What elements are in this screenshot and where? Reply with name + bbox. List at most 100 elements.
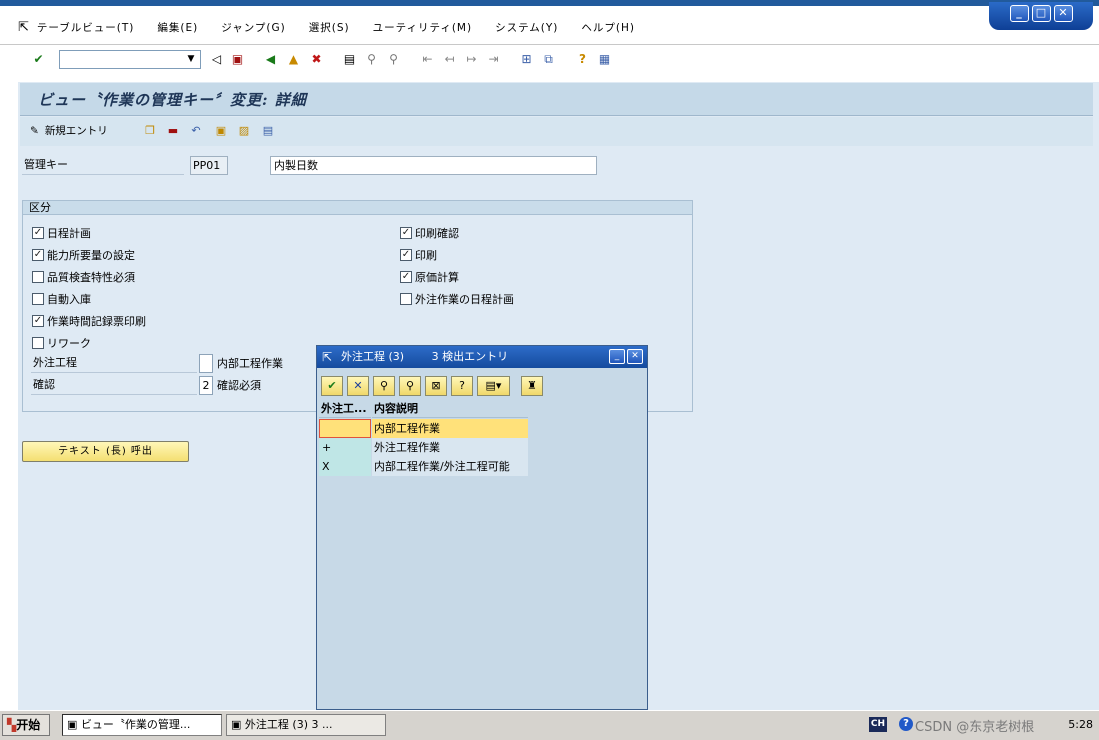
start-button[interactable]: ▚开始 bbox=[2, 714, 50, 736]
new-entries-button[interactable]: ✎ 新規エントリ bbox=[30, 123, 108, 138]
info-icon[interactable]: ? bbox=[451, 376, 473, 396]
checkbox-box[interactable] bbox=[32, 293, 44, 305]
popup-close-button[interactable]: ✕ bbox=[627, 349, 643, 364]
command-field[interactable]: ▼ bbox=[59, 50, 201, 69]
checkbox-box[interactable]: ✓ bbox=[32, 315, 44, 327]
command-input[interactable] bbox=[60, 51, 180, 68]
checkbox-box[interactable]: ✓ bbox=[32, 227, 44, 239]
checkbox-box[interactable] bbox=[32, 337, 44, 349]
row-description[interactable]: 内部工程作業/外注工程可能 bbox=[372, 457, 528, 476]
find-next-icon[interactable]: ⚲ bbox=[399, 376, 421, 396]
help-icon[interactable]: ? bbox=[574, 51, 591, 68]
menu-edit[interactable]: 編集(E) bbox=[157, 20, 198, 35]
popup-title-bar: ⇱ 外注工程 (3) 3 検出エントリ _ ✕ bbox=[317, 346, 647, 368]
popup-minimize-button[interactable]: _ bbox=[609, 349, 625, 364]
enter-icon[interactable]: ✔ bbox=[30, 51, 47, 68]
row-code[interactable]: X bbox=[319, 457, 371, 476]
checkbox-rework[interactable]: リワーク bbox=[32, 335, 91, 351]
menu-goto[interactable]: ジャンプ(G) bbox=[221, 20, 286, 35]
checkbox-box[interactable]: ✓ bbox=[400, 271, 412, 283]
menu-bar: ⇱ テーブルビュー(T) 編集(E) ジャンプ(G) 選択(S) ユーティリティ… bbox=[0, 12, 1099, 42]
external-processing-input[interactable] bbox=[199, 354, 213, 373]
window-icon: ⇱ bbox=[322, 350, 333, 364]
print-icon[interactable]: ▤▾ bbox=[477, 376, 510, 396]
checkbox-box[interactable] bbox=[32, 271, 44, 283]
row-description[interactable]: 外注工程作業 bbox=[372, 438, 528, 457]
chevron-down-icon[interactable]: ▼ bbox=[184, 52, 198, 67]
popup-subtitle: 3 検出エントリ bbox=[431, 350, 509, 363]
find-icon[interactable]: ⚲ bbox=[363, 51, 380, 68]
find-icon[interactable]: ⚲ bbox=[373, 376, 395, 396]
checkbox-label: 自動入庫 bbox=[47, 293, 91, 306]
personal-list-icon[interactable]: ♜ bbox=[521, 376, 543, 396]
menu-system[interactable]: システム(Y) bbox=[495, 20, 558, 35]
window-title-strip bbox=[0, 0, 1099, 6]
menu-help[interactable]: ヘルプ(H) bbox=[581, 20, 635, 35]
checkbox-capacity-requirements[interactable]: ✓ 能力所要量の設定 bbox=[32, 247, 135, 263]
table-row[interactable]: + 外注工程作業 bbox=[319, 438, 529, 457]
checkbox-external-scheduling[interactable]: 外注作業の日程計画 bbox=[400, 291, 514, 307]
back-arrow-icon[interactable]: ◁ bbox=[208, 51, 225, 68]
print-icon[interactable]: ▤ bbox=[341, 51, 358, 68]
checkbox-auto-goods-receipt[interactable]: 自動入庫 bbox=[32, 291, 91, 307]
check-icon[interactable]: ✔ bbox=[321, 376, 343, 396]
popup-title: 外注工程 (3) bbox=[341, 350, 405, 363]
menu-select[interactable]: 選択(S) bbox=[309, 20, 350, 35]
checkbox-label: 原価計算 bbox=[415, 271, 459, 284]
select-all-icon[interactable]: ▣ bbox=[213, 123, 229, 139]
checkbox-box[interactable]: ✓ bbox=[400, 249, 412, 261]
checkbox-box[interactable]: ✓ bbox=[32, 249, 44, 261]
deselect-all-icon[interactable]: ▤ bbox=[260, 123, 276, 139]
confirmation-input[interactable]: 2 bbox=[199, 376, 213, 395]
exit-icon[interactable]: ▲ bbox=[285, 51, 302, 68]
taskbar: ▚开始 ▣ ビュー〝作業の管理... ▣ 外注工程 (3) 3 ... CH ?… bbox=[0, 710, 1099, 740]
next-page-icon[interactable]: ↦ bbox=[463, 51, 480, 68]
page-title: ビュー〝作業の管理キー〞変更: 詳細 bbox=[38, 91, 307, 109]
restrict-values-icon[interactable]: ⊠ bbox=[425, 376, 447, 396]
task-view-maintenance[interactable]: ▣ ビュー〝作業の管理... bbox=[62, 714, 222, 736]
row-code[interactable]: + bbox=[319, 438, 371, 457]
menu-icon[interactable]: ⇱ bbox=[18, 20, 29, 35]
menu-table-view[interactable]: テーブルビュー(T) bbox=[37, 20, 134, 35]
undo-change-icon[interactable]: ↶ bbox=[188, 123, 204, 139]
checkbox-print-time-tickets[interactable]: ✓ 作業時間記録票印刷 bbox=[32, 313, 146, 329]
column-header-description[interactable]: 内容説明 bbox=[372, 399, 528, 418]
help-icon[interactable]: ? bbox=[899, 717, 913, 731]
table-row[interactable]: X 内部工程作業/外注工程可能 bbox=[319, 457, 529, 476]
window-icon: ▣ bbox=[67, 718, 78, 731]
checkbox-print[interactable]: ✓ 印刷 bbox=[400, 247, 437, 263]
last-page-icon[interactable]: ⇥ bbox=[485, 51, 502, 68]
checkbox-box[interactable]: ✓ bbox=[400, 227, 412, 239]
table-row[interactable]: 内部工程作業 bbox=[319, 419, 529, 438]
select-block-icon[interactable]: ▨ bbox=[236, 123, 252, 139]
save-icon[interactable]: ▣ bbox=[229, 51, 246, 68]
ime-indicator[interactable]: CH bbox=[869, 717, 887, 732]
row-code[interactable] bbox=[319, 419, 371, 438]
checkbox-box[interactable] bbox=[400, 293, 412, 305]
checkbox-inspection-characteristics[interactable]: 品質検査特性必須 bbox=[32, 269, 135, 285]
delete-icon[interactable]: ▬ bbox=[165, 123, 181, 139]
standard-toolbar: ✔ ▼ ◁ ▣ ◀ ▲ ✖ ▤ ⚲ ⚲ ⇤ ↤ ↦ ⇥ ⊞ ⧉ ? ▦ bbox=[0, 44, 1099, 74]
previous-page-icon[interactable]: ↤ bbox=[441, 51, 458, 68]
external-processing-text: 内部工程作業 bbox=[217, 357, 283, 370]
cancel-icon[interactable]: ✕ bbox=[347, 376, 369, 396]
window-icon: ▣ bbox=[231, 718, 242, 731]
column-header-code[interactable]: 外注工... bbox=[319, 399, 371, 418]
longtext-button[interactable]: テキスト (長) 呼出 bbox=[22, 441, 189, 462]
checkbox-print-confirmation[interactable]: ✓ 印刷確認 bbox=[400, 225, 459, 241]
management-key-description[interactable]: 内製日数 bbox=[270, 156, 597, 175]
cancel-icon[interactable]: ✖ bbox=[308, 51, 325, 68]
back-icon[interactable]: ◀ bbox=[262, 51, 279, 68]
copy-as-icon[interactable]: ❐ bbox=[142, 123, 158, 139]
find-next-icon[interactable]: ⚲ bbox=[385, 51, 402, 68]
checkbox-scheduling[interactable]: ✓ 日程計画 bbox=[32, 225, 91, 241]
checkbox-costing[interactable]: ✓ 原価計算 bbox=[400, 269, 459, 285]
task-popup[interactable]: ▣ 外注工程 (3) 3 ... bbox=[226, 714, 386, 736]
new-session-icon[interactable]: ⊞ bbox=[518, 51, 535, 68]
menu-utilities[interactable]: ユーティリティ(M) bbox=[373, 20, 473, 35]
layout-icon[interactable]: ▦ bbox=[596, 51, 613, 68]
first-page-icon[interactable]: ⇤ bbox=[419, 51, 436, 68]
system-tray: CH ? CSDN @东京老树根 5:28 bbox=[869, 714, 1095, 736]
row-description[interactable]: 内部工程作業 bbox=[372, 419, 528, 438]
shortcut-icon[interactable]: ⧉ bbox=[540, 51, 557, 68]
